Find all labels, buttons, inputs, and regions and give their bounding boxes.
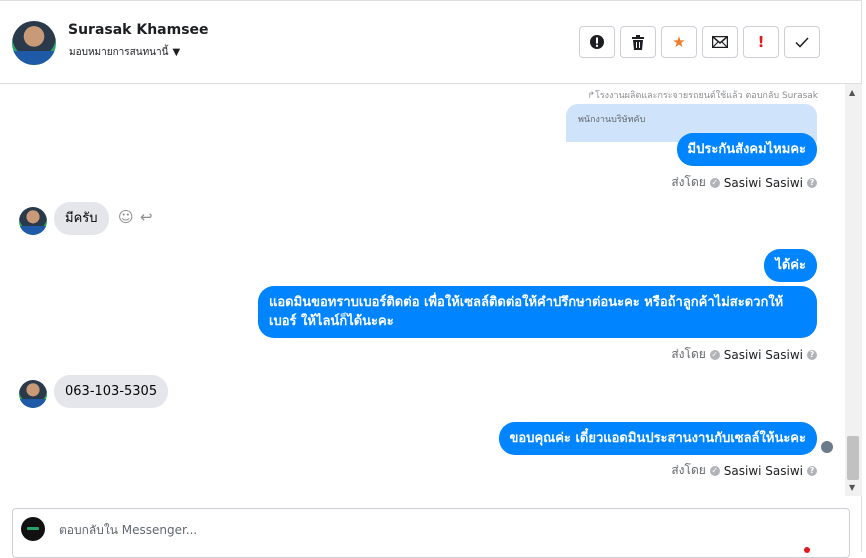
scrollbar[interactable]: ▲ ▼ (845, 84, 862, 496)
sent-by-line: ส่งโดย ✓ Sasiwi Sasiwi ? (671, 461, 817, 480)
star-icon: ★ (672, 33, 686, 51)
sent-by-label: ส่งโดย (671, 175, 706, 189)
conversation-panel: Surasak Khamsee มอบหมายการสนทนานี้ ▼ ★ !… (0, 0, 862, 558)
reply-composer (12, 508, 850, 558)
avatar[interactable] (12, 21, 56, 65)
trash-icon (632, 34, 644, 50)
agent-name[interactable]: Sasiwi Sasiwi (724, 348, 803, 362)
check-icon (795, 36, 809, 48)
outgoing-message[interactable]: ได้ค่ะ (764, 249, 817, 282)
help-icon[interactable]: ? (807, 177, 817, 188)
reply-context-note: ↱โรงงานผลิตและกระจายรถยนต์ใช้แล้ว ตอบกลั… (587, 91, 818, 101)
sent-by-line: ส่งโดย ✓ Sasiwi Sasiwi ? (671, 345, 817, 364)
outgoing-message[interactable]: มีประกันสังคมไหมคะ (676, 133, 817, 166)
smiley-icon[interactable]: ☺ (118, 208, 134, 226)
scroll-down-icon[interactable]: ▼ (849, 483, 855, 492)
sent-by-line: ส่งโดย ✓ Sasiwi Sasiwi ? (671, 173, 817, 192)
message-list[interactable]: ↱โรงงานผลิตและกระจายรถยนต์ใช้แล้ว ตอบกลั… (0, 84, 845, 496)
envelope-icon (712, 36, 728, 48)
exclamation-icon: ! (757, 33, 765, 51)
scroll-up-icon[interactable]: ▲ (849, 88, 855, 97)
mark-unread-button[interactable] (702, 26, 738, 58)
incoming-message[interactable]: 063-103-5305 (54, 375, 169, 408)
avatar[interactable] (19, 207, 47, 235)
action-toolbar: ★ ! (579, 26, 820, 58)
outgoing-message[interactable]: ขอบคุณค่ะ เดี๋ยวแอดมินประสานงานกับเซลล์ใ… (498, 422, 817, 455)
alert-circle-icon (590, 35, 604, 49)
agent-name[interactable]: Sasiwi Sasiwi (724, 176, 803, 190)
done-button[interactable] (784, 26, 820, 58)
sent-by-label: ส่งโดย (671, 463, 706, 477)
page-icon: ✓ (709, 465, 720, 476)
reply-input[interactable] (57, 519, 661, 541)
reply-icon[interactable]: ↩ (140, 208, 153, 226)
help-icon[interactable]: ? (807, 349, 817, 360)
assign-label: มอบหมายการสนทนานี้ (69, 47, 169, 58)
agent-name[interactable]: Sasiwi Sasiwi (724, 464, 803, 478)
conversation-header: Surasak Khamsee มอบหมายการสนทนานี้ ▼ ★ ! (0, 1, 862, 84)
outgoing-message[interactable]: แอดมินขอทราบเบอร์ติดต่อ เพื่อให้เซลล์ติด… (258, 286, 817, 338)
notification-dot (804, 547, 810, 553)
user-name[interactable]: Surasak Khamsee (68, 22, 209, 38)
scrollbar-thumb[interactable] (847, 436, 859, 480)
caret-down-icon: ▼ (172, 47, 181, 58)
page-avatar (21, 517, 45, 541)
page-icon: ✓ (709, 177, 720, 188)
sent-by-label: ส่งโดย (671, 347, 706, 361)
page-icon: ✓ (709, 349, 720, 360)
star-button[interactable]: ★ (661, 26, 697, 58)
important-button[interactable]: ! (743, 26, 779, 58)
assign-conversation-dropdown[interactable]: มอบหมายการสนทนานี้ ▼ (69, 45, 180, 60)
report-button[interactable] (579, 26, 615, 58)
avatar[interactable] (19, 380, 47, 408)
delete-button[interactable] (620, 26, 656, 58)
help-icon[interactable]: ? (807, 465, 817, 476)
incoming-message[interactable]: มีครับ (54, 202, 109, 235)
seen-avatar (821, 441, 833, 453)
